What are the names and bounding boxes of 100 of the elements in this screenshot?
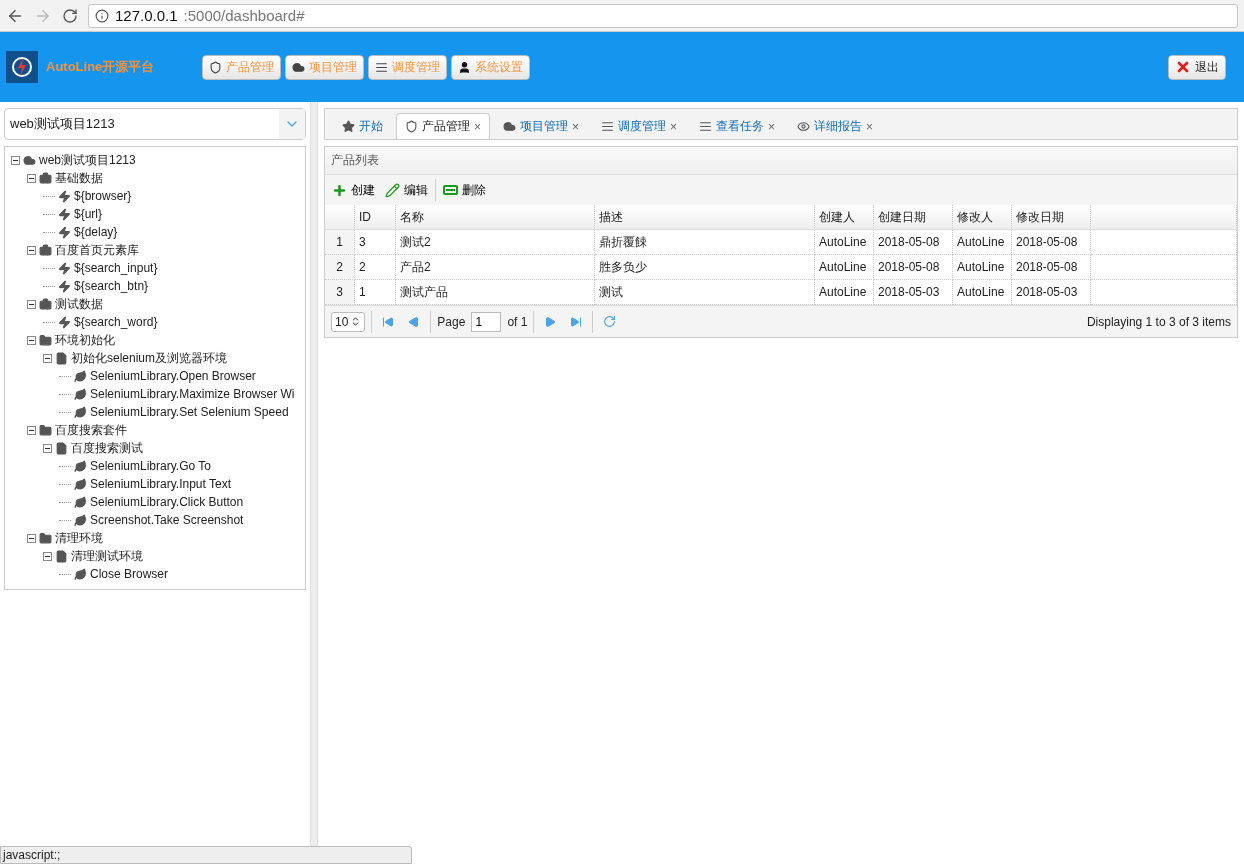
table-cell: 胜多负少 (595, 255, 815, 280)
tree-item[interactable]: 百度搜索测试 (71, 439, 143, 457)
collapse-toggle[interactable] (27, 245, 36, 255)
cloud-icon (292, 60, 306, 74)
collapse-toggle[interactable] (43, 551, 52, 561)
plus-icon (332, 182, 347, 198)
close-icon[interactable]: × (768, 119, 776, 134)
bolt-icon (58, 189, 71, 203)
bolt-icon (58, 315, 71, 329)
table-cell: 产品2 (396, 255, 595, 280)
folder-icon (39, 423, 52, 437)
reload-icon[interactable] (62, 7, 78, 24)
table-cell: 2018-05-08 (874, 255, 953, 280)
collapse-toggle[interactable] (27, 335, 36, 345)
table-cell: 3 (355, 230, 396, 255)
collapse-toggle[interactable] (27, 299, 36, 309)
folder-icon (39, 531, 52, 545)
address-bar[interactable]: 127.0.0.1 :5000/dashboard# (88, 3, 1238, 28)
eye-icon (797, 120, 811, 133)
page-label: Page (437, 314, 466, 329)
close-icon[interactable]: × (474, 119, 481, 134)
tree-item[interactable]: ${search_btn} (74, 279, 149, 293)
tab[interactable]: 查看任务 × (690, 113, 785, 139)
tab[interactable]: 开始 (333, 113, 392, 139)
collapse-toggle[interactable] (27, 533, 36, 543)
tree-item[interactable]: Screenshot.Take Screenshot (90, 513, 244, 527)
tree-item[interactable]: 测试数据 (55, 295, 103, 313)
leaf-icon (74, 477, 87, 491)
briefcase-icon (39, 243, 52, 257)
tree-item[interactable]: 环境初始化 (55, 331, 115, 349)
tree-item[interactable]: 清理测试环境 (71, 547, 143, 565)
logo-icon (6, 51, 38, 83)
row-number: 2 (325, 255, 355, 280)
collapse-toggle[interactable] (43, 353, 52, 363)
column-header[interactable]: ID (355, 205, 396, 230)
page-input[interactable]: 1 (471, 311, 502, 332)
tree-item[interactable]: 清理环境 (55, 529, 103, 547)
tree-item[interactable]: ${browser} (74, 189, 132, 203)
close-icon (1175, 59, 1191, 75)
tree-item[interactable]: ${url} (74, 207, 103, 221)
column-header[interactable]: 修改人 (953, 205, 1012, 230)
collapse-toggle[interactable] (43, 443, 52, 453)
file-icon (55, 441, 68, 455)
toolbar-button[interactable]: 删除 (440, 179, 489, 201)
tab[interactable]: 项目管理 × (494, 113, 589, 139)
tree-item[interactable]: SeleniumLibrary.Set Selenium Speed (90, 405, 289, 419)
tree-item[interactable]: ${delay} (74, 225, 118, 239)
tab[interactable]: 调度管理 × (592, 113, 687, 139)
close-icon[interactable]: × (572, 119, 580, 134)
collapse-toggle[interactable] (27, 173, 36, 183)
tree-item[interactable]: SeleniumLibrary.Go To (90, 459, 211, 473)
toolbar-button[interactable]: 创建 (329, 179, 378, 201)
tree-item[interactable]: 百度首页元素库 (55, 241, 139, 259)
close-icon[interactable]: × (670, 119, 678, 134)
leaf-icon (74, 369, 87, 383)
tree-item[interactable]: 初始化selenium及浏览器环境 (71, 349, 228, 367)
tree-item[interactable]: SeleniumLibrary.Open Browser (90, 369, 256, 383)
tab[interactable]: 详细报告 × (788, 113, 883, 139)
column-header[interactable]: 名称 (396, 205, 595, 230)
tree-item[interactable]: Close Browser (90, 567, 169, 581)
tree-item[interactable]: ${search_word} (74, 315, 158, 329)
status-tooltip: javascript:; (0, 846, 412, 864)
table-cell: 2018-05-08 (1012, 230, 1091, 255)
collapse-toggle[interactable] (27, 425, 36, 435)
tree-item[interactable]: 百度搜索套件 (55, 421, 127, 439)
column-header[interactable]: 创建人 (815, 205, 874, 230)
cloud-icon (503, 120, 516, 133)
tree-item[interactable]: SeleniumLibrary.Click Button (90, 495, 244, 509)
close-icon[interactable]: × (866, 119, 874, 134)
column-header[interactable]: 修改日期 (1012, 205, 1091, 230)
table-cell: 2 (355, 255, 396, 280)
table-cell: 测试2 (396, 230, 595, 255)
logout-button[interactable]: 退出 (1168, 54, 1226, 80)
tree-item[interactable]: web测试项目1213 (39, 151, 136, 169)
leaf-icon (74, 495, 87, 509)
page-count: of 1 (507, 314, 528, 329)
project-select[interactable]: web测试项目1213 (4, 108, 306, 140)
column-header[interactable]: 描述 (595, 205, 815, 230)
column-header[interactable]: 创建日期 (874, 205, 953, 230)
leaf-icon (74, 459, 87, 473)
tree-item[interactable]: SeleniumLibrary.Maximize Browser Wi (90, 387, 295, 401)
briefcase-icon (39, 171, 52, 185)
list-icon (699, 120, 713, 133)
tree-item[interactable]: SeleniumLibrary.Input Text (90, 477, 231, 491)
table-cell: AutoLine (953, 255, 1012, 280)
row-number: 1 (325, 230, 355, 255)
pager-info: Displaying 1 to 3 of 3 items (1086, 314, 1231, 329)
brand-name: AutoLine开源平台 (46, 58, 155, 76)
bolt-icon (58, 279, 71, 293)
table-cell: AutoLine (815, 230, 874, 255)
tree-item[interactable]: 基础数据 (55, 169, 103, 187)
tree-item[interactable]: ${search_input} (74, 261, 158, 275)
tab[interactable]: 产品管理 × (396, 113, 490, 139)
toolbar-button[interactable]: 编辑 (382, 179, 431, 201)
bolt-icon (58, 207, 71, 221)
collapse-toggle[interactable] (11, 155, 20, 165)
table-cell: 2018-05-08 (1012, 255, 1091, 280)
page-size-select[interactable]: 10 (331, 311, 366, 332)
bolt-icon (58, 261, 71, 275)
info-icon (95, 8, 109, 23)
